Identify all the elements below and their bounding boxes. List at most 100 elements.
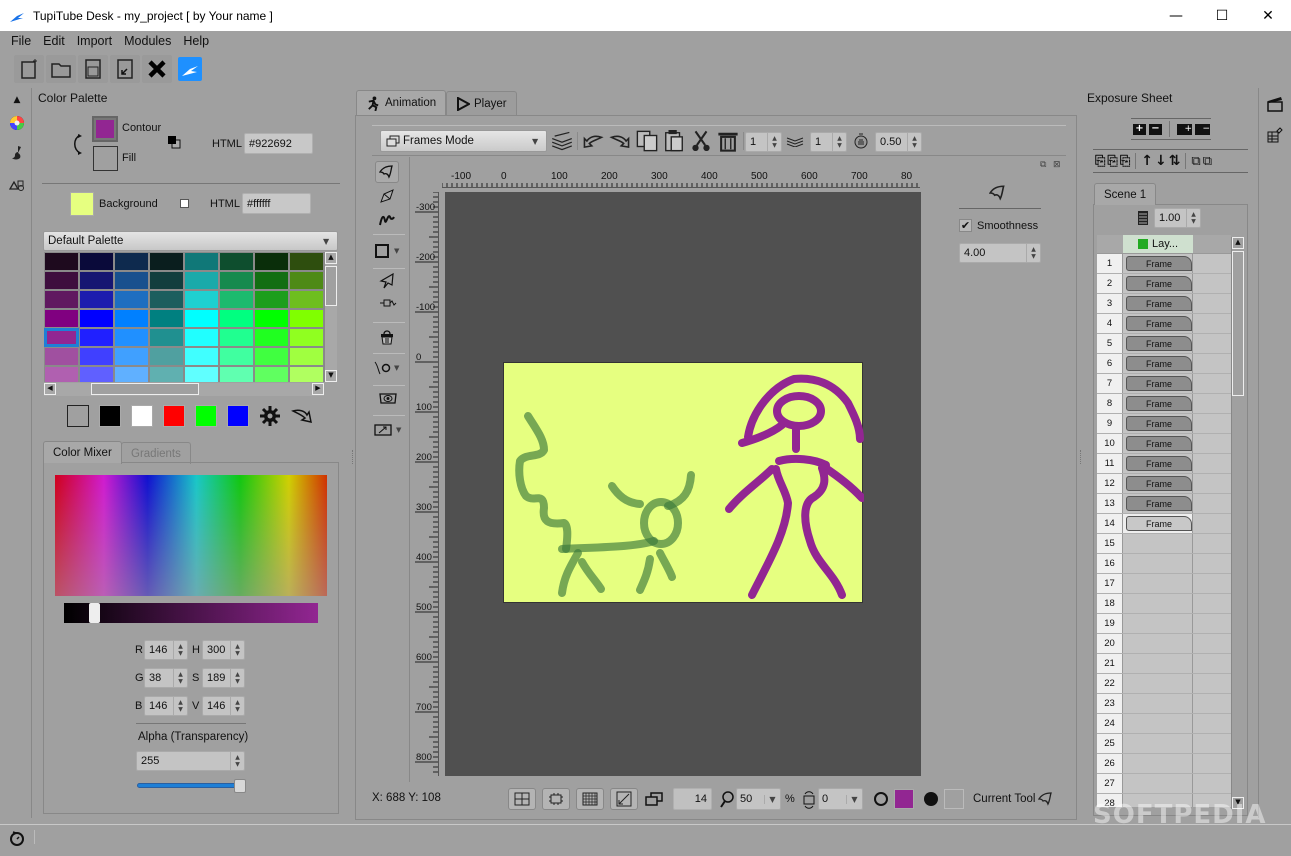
- palette-swatch[interactable]: [219, 290, 254, 309]
- palette-swatch[interactable]: [44, 290, 79, 309]
- palette-settings-button[interactable]: [259, 405, 281, 427]
- palette-swatch[interactable]: [44, 366, 79, 382]
- frame-cell[interactable]: Frame: [1123, 474, 1193, 493]
- shapes-icon[interactable]: [7, 174, 27, 194]
- palette-swatch[interactable]: [219, 252, 254, 271]
- fill-color-swatch-status[interactable]: [944, 789, 964, 809]
- frame-cell[interactable]: [1123, 594, 1193, 613]
- redo-button[interactable]: [608, 130, 632, 152]
- palette-swatch[interactable]: [44, 252, 79, 271]
- r-spinbox[interactable]: 146 ▲ ▼: [144, 640, 188, 660]
- color-value-slider-handle[interactable]: [89, 603, 101, 623]
- color-wheel-icon[interactable]: [7, 113, 27, 133]
- palette-swatch[interactable]: [79, 252, 114, 271]
- scroll-up-icon[interactable]: ▲: [1232, 237, 1244, 249]
- layer-header[interactable]: Lay...: [1123, 235, 1193, 253]
- onion-next-spinbox[interactable]: 1 ▲ ▼: [810, 132, 847, 152]
- move-frame-up-button[interactable]: ↑: [1141, 153, 1153, 169]
- frame-cell[interactable]: [1123, 694, 1193, 713]
- palette-swatch[interactable]: [289, 347, 324, 366]
- palette-swatch[interactable]: [114, 271, 149, 290]
- background-color-swatch[interactable]: [70, 192, 94, 216]
- scroll-thumb[interactable]: [91, 383, 199, 395]
- paste-frame-button[interactable]: ⧉: [1203, 154, 1212, 169]
- tab-player[interactable]: Player: [446, 91, 517, 115]
- scroll-thumb[interactable]: [1232, 251, 1244, 396]
- palette-swatch[interactable]: [184, 309, 219, 328]
- palette-swatch[interactable]: [254, 252, 289, 271]
- timeline-button[interactable]: [8, 829, 26, 847]
- exposure-vertical-scrollbar[interactable]: ▲ ▼: [1231, 237, 1244, 809]
- nodes-tool-button[interactable]: [379, 297, 397, 309]
- palette-vertical-scrollbar[interactable]: ▲ ▼: [324, 252, 337, 382]
- fill-tool-button[interactable]: [379, 329, 395, 345]
- background-white-swatch[interactable]: [180, 199, 189, 208]
- palette-swatch[interactable]: [114, 290, 149, 309]
- frame-cell[interactable]: Frame: [1123, 334, 1193, 353]
- library-dock-icon[interactable]: [1266, 126, 1284, 144]
- palette-swatch[interactable]: [289, 271, 324, 290]
- exposure-sheet-dock-icon[interactable]: [1266, 96, 1284, 112]
- alpha-slider[interactable]: [137, 779, 246, 793]
- palette-swatch[interactable]: [219, 366, 254, 382]
- spin-arrows-icon[interactable]: ▲ ▼: [907, 133, 921, 151]
- rectangle-tool-button[interactable]: ▼: [374, 242, 406, 260]
- color-value-slider[interactable]: [64, 603, 318, 623]
- safe-area-button[interactable]: [542, 788, 570, 810]
- artboard[interactable]: [503, 362, 864, 603]
- stroke-color-swatch[interactable]: [894, 789, 914, 809]
- quick-color-black[interactable]: [99, 405, 121, 427]
- spin-arrows-icon[interactable]: ▲ ▼: [1026, 244, 1040, 262]
- quick-color-green[interactable]: [195, 405, 217, 427]
- palette-swatch[interactable]: [254, 366, 289, 382]
- scroll-right-icon[interactable]: ▶: [312, 383, 324, 395]
- copy-button[interactable]: [635, 130, 659, 152]
- palette-swatch[interactable]: [254, 309, 289, 328]
- frame-cell[interactable]: Frame: [1123, 354, 1193, 373]
- menu-help[interactable]: Help: [177, 34, 215, 48]
- palette-swatch[interactable]: [79, 347, 114, 366]
- fit-canvas-button[interactable]: [610, 788, 638, 810]
- palette-horizontal-scrollbar[interactable]: ◀ ▶: [44, 383, 324, 396]
- frame-cell[interactable]: Frame: [1123, 414, 1193, 433]
- contour-html-input[interactable]: #922692: [244, 133, 313, 154]
- scroll-up-icon[interactable]: ▲: [325, 252, 337, 264]
- grid-button[interactable]: [508, 788, 536, 810]
- onion-previous-spinbox[interactable]: 1 ▲ ▼: [745, 132, 782, 152]
- v-spinbox[interactable]: 146 ▲ ▼: [202, 696, 245, 716]
- delete-button[interactable]: [716, 130, 740, 152]
- color-spectrum-picker[interactable]: [55, 475, 327, 596]
- frame-cell[interactable]: Frame: [1123, 454, 1193, 473]
- frame-cell[interactable]: [1123, 574, 1193, 593]
- palette-swatch[interactable]: [289, 252, 324, 271]
- palette-swatch[interactable]: [44, 309, 79, 328]
- scroll-thumb[interactable]: [325, 266, 337, 306]
- undo-button[interactable]: [581, 130, 605, 152]
- palette-select[interactable]: Default Palette ▼: [43, 231, 338, 251]
- menu-edit[interactable]: Edit: [37, 34, 71, 48]
- frame-cell[interactable]: Frame: [1123, 514, 1193, 533]
- minimize-button[interactable]: —: [1153, 0, 1199, 31]
- frame-cell[interactable]: [1123, 654, 1193, 673]
- palette-swatch[interactable]: [149, 271, 184, 290]
- spin-arrows-icon[interactable]: ▲ ▼: [230, 697, 244, 715]
- fine-grid-button[interactable]: [576, 788, 604, 810]
- palette-swatch[interactable]: [114, 347, 149, 366]
- pencil-tool-button[interactable]: [375, 161, 399, 183]
- frame-cell[interactable]: Frame: [1123, 314, 1193, 333]
- spin-arrows-icon[interactable]: ▲ ▼: [230, 641, 244, 659]
- remove-frame-button[interactable]: ⎘: [1120, 154, 1130, 169]
- opacity-spinbox[interactable]: 0.50 ▲ ▼: [875, 132, 922, 152]
- menu-file[interactable]: File: [0, 34, 37, 48]
- mode-select[interactable]: Frames Mode ▼: [380, 130, 547, 152]
- h-spinbox[interactable]: 300 ▲ ▼: [202, 640, 245, 660]
- palette-swatch[interactable]: [289, 366, 324, 382]
- spin-arrows-icon[interactable]: ▲ ▼: [173, 641, 187, 659]
- brush-icon[interactable]: [7, 143, 27, 163]
- ink-tool-button[interactable]: [379, 188, 395, 204]
- palette-swatch[interactable]: [149, 309, 184, 328]
- canvas-viewport[interactable]: [445, 192, 921, 776]
- palette-swatch[interactable]: [149, 252, 184, 271]
- maximize-button[interactable]: ☐: [1199, 0, 1245, 31]
- quick-color-transparent[interactable]: [67, 405, 89, 427]
